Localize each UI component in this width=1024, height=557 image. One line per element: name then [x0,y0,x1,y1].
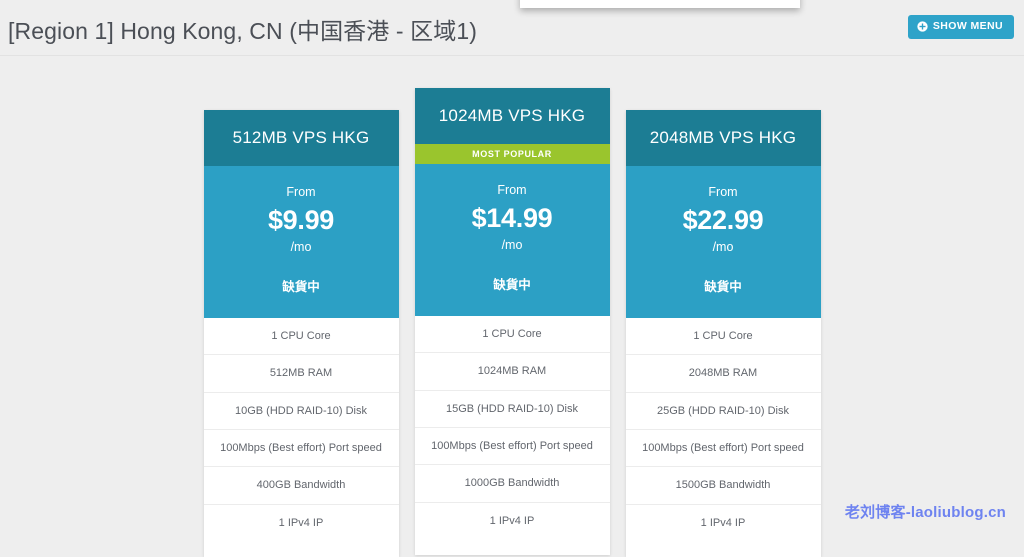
feature-item: 100Mbps (Best effort) Port speed [414,428,610,466]
feature-item: 10GB (HDD RAID-10) Disk [203,393,399,431]
from-label: From [286,185,316,199]
card-footer-spacer [626,541,821,557]
plan-name: 1024MB VPS HKG [414,88,610,144]
price-amount: $14.99 [471,202,553,233]
plan-name: 512MB VPS HKG [203,110,399,166]
show-menu-label: SHOW MENU [932,20,1003,33]
feature-item: 1 IPv4 IP [278,516,324,529]
feature-item: 100Mbps (Best effort) Port speed [203,430,399,468]
collapsed-menu-panel [520,0,800,8]
price-block: From $9.99/mo 缺貨中 [203,166,399,319]
page-title: [Region 1] Hong Kong, CN (中国香港 - 区域1) [8,18,477,44]
price-amount: $22.99 [682,204,764,235]
order-status[interactable]: 缺貨中 [210,279,393,297]
from-label: From [708,185,738,199]
watermark: 老刘博客-laoliublog.cn [844,504,1006,521]
feature-list: 1 CPU Core 1024MB RAM 15GB (HDD RAID-10) D… [414,316,610,539]
price-amount: $9.99 [267,204,335,235]
feature-item: 1 CPU Core [625,318,821,356]
feature-item: 400GB Bandwidth [203,467,399,505]
feature-list: 1 CPU Core 2048MB RAM 25GB (HDD RAID-10) D… [625,318,821,541]
feature-item: 1 CPU Core [203,318,399,356]
from-label: From [497,183,527,197]
order-status[interactable]: 缺貨中 [421,277,604,295]
pricing-card: 1024MB VPS HKG MOST POPULAR From $14.99/mo 缺… [414,88,610,555]
feature-item: 2048MB RAM [625,355,821,393]
feature-item: 1000GB Bandwidth [414,465,610,503]
feature-item: 15GB (HDD RAID-10) Disk [414,391,610,429]
pricing-table-row: 512MB VPS HKG From $9.99/mo 缺貨中 1 CPU Core 51… [0,56,1024,557]
feature-item: 1 IPv4 IP [700,516,746,529]
price-period: /mo [712,239,734,254]
feature-item: 512MB RAM [203,355,399,393]
card-footer-spacer [415,539,610,555]
price-block: From $14.99/mo 缺貨中 [414,164,610,317]
pricing-card: 2048MB VPS HKG From $22.99/mo 缺貨中 1 CPU Core… [625,110,821,557]
plus-circle-icon [917,21,928,32]
card-footer-spacer [204,541,399,557]
feature-item: 1500GB Bandwidth [625,467,821,505]
pricing-card: 512MB VPS HKG From $9.99/mo 缺貨中 1 CPU Core 51… [203,110,399,557]
feature-item: 1 CPU Core [414,316,610,354]
plan-name: 2048MB VPS HKG [625,110,821,166]
price-period: /mo [290,239,312,254]
order-status[interactable]: 缺貨中 [632,279,815,297]
page-header: [Region 1] Hong Kong, CN (中国香港 - 区域1) SH… [0,0,1024,56]
price-block: From $22.99/mo 缺貨中 [625,166,821,319]
price-period: /mo [501,237,523,252]
feature-item: 1024MB RAM [414,353,610,391]
show-menu-button[interactable]: SHOW MENU [907,15,1014,39]
feature-item: 100Mbps (Best effort) Port speed [625,430,821,468]
most-popular-badge: MOST POPULAR [414,144,610,164]
feature-item: 25GB (HDD RAID-10) Disk [625,393,821,431]
feature-list: 1 CPU Core 512MB RAM 10GB (HDD RAID-10) Di… [203,318,399,541]
feature-item: 1 IPv4 IP [489,514,535,527]
